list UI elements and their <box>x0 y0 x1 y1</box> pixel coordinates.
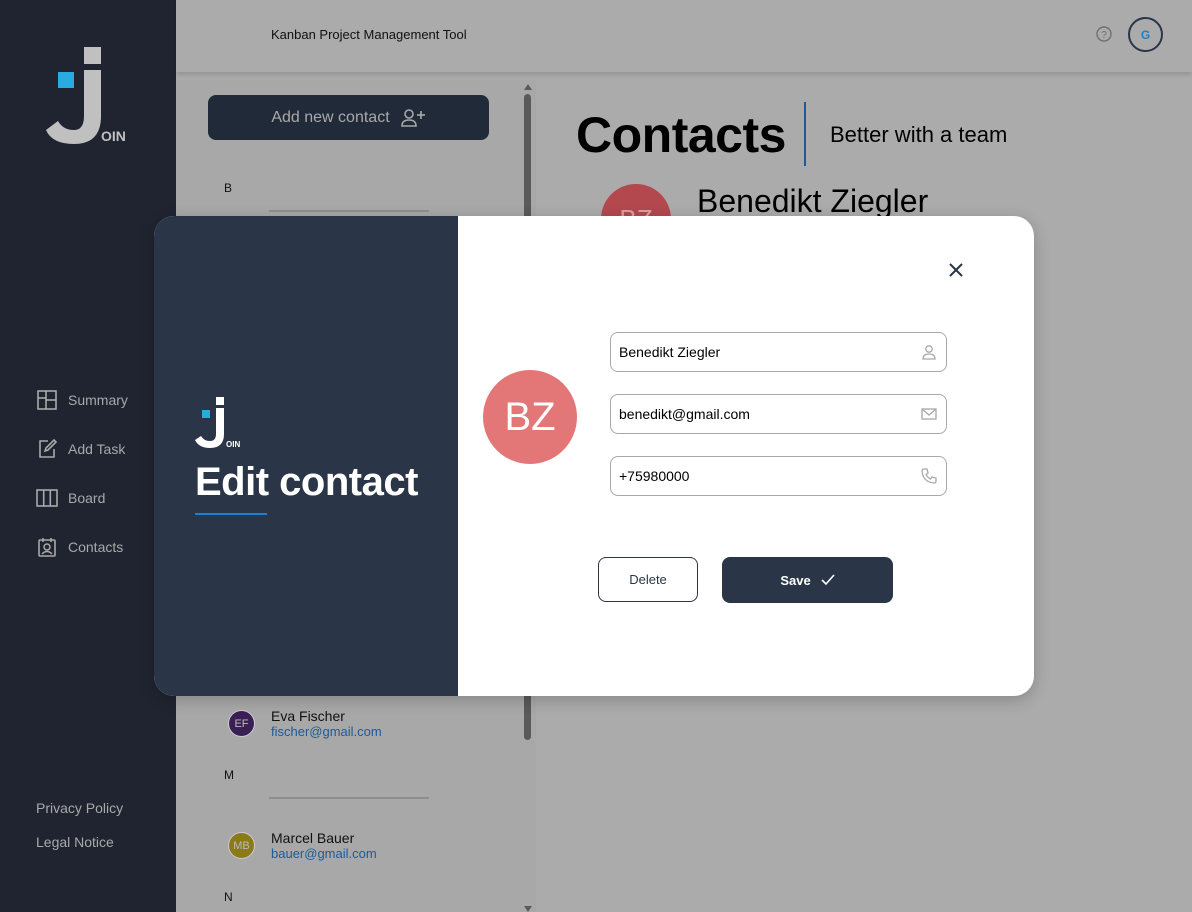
sidebar-item-board[interactable]: Board <box>36 486 128 510</box>
legal-notice-link[interactable]: Legal Notice <box>36 834 123 850</box>
title-separator <box>804 102 806 166</box>
email-field[interactable] <box>610 394 947 434</box>
page-subtitle: Better with a team <box>830 122 1008 147</box>
logo-text: OIN <box>101 128 126 144</box>
delete-button[interactable]: Delete <box>598 557 698 602</box>
phone-input[interactable] <box>619 468 920 484</box>
legal-links: Privacy Policy Legal Notice <box>36 800 123 868</box>
mail-icon <box>921 408 937 420</box>
phone-field[interactable] <box>610 456 947 496</box>
summary-icon <box>37 390 57 410</box>
contact-name: Marcel Bauer <box>271 830 355 846</box>
scroll-up-arrow[interactable] <box>524 84 532 90</box>
sidebar-item-add-task[interactable]: Add Task <box>36 437 128 461</box>
board-icon <box>36 489 58 507</box>
save-button[interactable]: Save <box>722 557 893 603</box>
email-input[interactable] <box>619 406 920 422</box>
sidebar-item-label: Summary <box>68 392 128 408</box>
sidebar-item-summary[interactable]: Summary <box>36 388 128 412</box>
sidebar-item-label: Contacts <box>68 539 124 555</box>
group-letter: N <box>224 890 233 904</box>
check-icon <box>821 574 835 586</box>
sidebar-item-label: Board <box>68 490 106 506</box>
sidebar-nav: Summary Add Task Board Contacts <box>36 388 128 584</box>
contact-email: bauer@gmail.com <box>271 846 377 861</box>
sidebar-item-contacts[interactable]: Contacts <box>36 535 128 559</box>
contacts-icon <box>38 538 56 557</box>
name-field[interactable] <box>610 332 947 372</box>
svg-text:?: ? <box>1101 30 1107 41</box>
contact-name: Eva Fischer <box>271 708 345 724</box>
group-divider <box>269 210 429 212</box>
close-icon[interactable] <box>944 258 968 282</box>
list-item[interactable]: EF Eva Fischer fischer@gmail.com <box>228 708 382 739</box>
add-task-icon <box>39 438 58 458</box>
delete-label: Delete <box>629 572 667 587</box>
add-contact-label: Add new contact <box>271 108 390 126</box>
contact-avatar-large: BZ <box>483 370 577 464</box>
add-person-icon <box>400 108 425 127</box>
join-logo-small: OIN <box>195 397 240 449</box>
header: Kanban Project Management Tool ? G <box>176 0 1192 72</box>
dialog-side-panel: OIN Edit contact <box>154 216 458 696</box>
add-new-contact-button[interactable]: Add new contact <box>208 95 489 140</box>
name-input[interactable] <box>619 344 920 360</box>
help-icon[interactable]: ? <box>1096 26 1112 42</box>
group-letter: M <box>224 768 234 782</box>
app-title: Kanban Project Management Tool <box>271 27 467 42</box>
heading-underline <box>195 513 267 515</box>
edit-contact-dialog: OIN Edit contact BZ Delete Save <box>154 216 1034 696</box>
contact-avatar: EF <box>228 710 255 737</box>
join-logo[interactable]: OIN <box>44 46 128 146</box>
contact-email: fischer@gmail.com <box>271 724 382 739</box>
dialog-heading: Edit contact <box>195 460 418 504</box>
person-icon <box>922 345 936 360</box>
contact-avatar: MB <box>228 832 255 859</box>
group-letter: B <box>224 181 233 195</box>
sidebar-item-label: Add Task <box>68 441 126 457</box>
selected-contact-name: Benedikt Ziegler <box>697 183 929 219</box>
scroll-down-arrow[interactable] <box>524 906 532 912</box>
phone-icon <box>921 468 937 484</box>
list-item[interactable]: MB Marcel Bauer bauer@gmail.com <box>228 830 377 861</box>
group-divider <box>269 797 429 799</box>
save-label: Save <box>780 572 811 588</box>
logo-text: OIN <box>226 440 240 449</box>
page-title: Contacts <box>576 107 786 163</box>
privacy-policy-link[interactable]: Privacy Policy <box>36 800 123 816</box>
sidebar: OIN Summary Add Task Board Contacts Priv… <box>0 0 176 912</box>
user-avatar[interactable]: G <box>1128 17 1163 52</box>
